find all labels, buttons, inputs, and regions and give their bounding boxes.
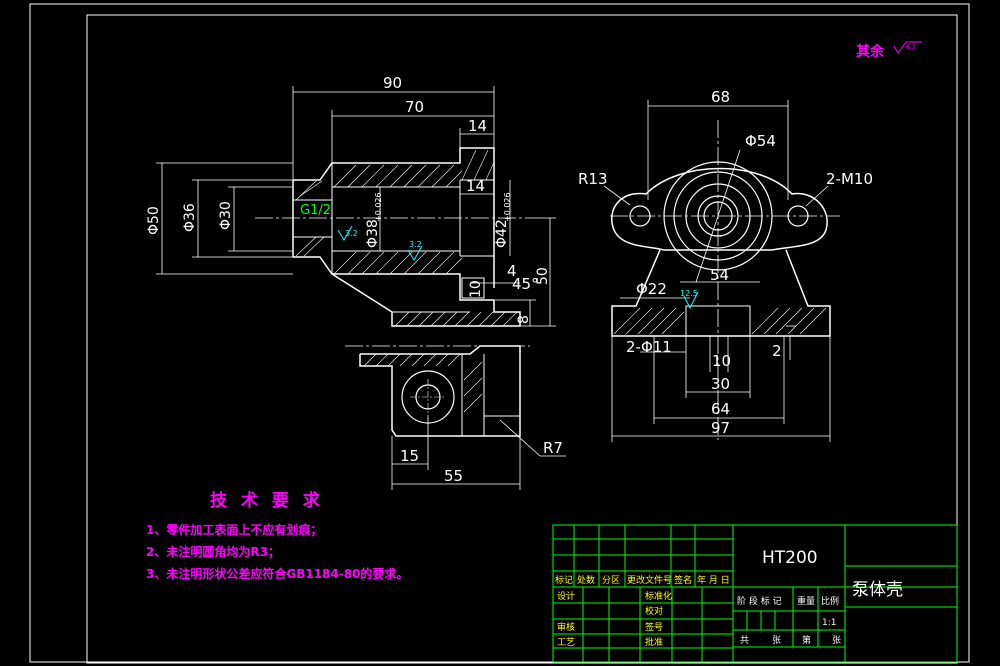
- rev-h-6: 年 月 日: [697, 574, 730, 586]
- dim-70: 70: [405, 98, 424, 116]
- footer-sheets: 张: [772, 635, 781, 646]
- inner-border: [86, 14, 958, 664]
- role-sign: 签号: [645, 621, 663, 633]
- dim-phi50: Φ50: [146, 206, 162, 235]
- thread-label: G1/2: [300, 203, 331, 218]
- scale-value: 1:1: [822, 618, 836, 628]
- rough-side: 12.5: [680, 289, 698, 298]
- stage-header: 阶 段 标 记: [737, 595, 782, 607]
- dim-90: 90: [383, 74, 402, 92]
- outer-border: [29, 3, 970, 663]
- drawing-sheet: 其余 6.3 90 70 14 14 Φ50 Φ36 Φ30 G1/2 Φ38 …: [29, 3, 970, 664]
- dim-phi38: Φ38: [365, 219, 381, 248]
- dim-phi22: Φ22: [636, 280, 667, 298]
- tech-title: 技 术 要 求: [210, 490, 324, 511]
- part-name: 泵体壳: [852, 580, 903, 600]
- dim-14-inner: 14: [466, 177, 485, 195]
- dim-8: 8: [516, 315, 532, 324]
- footer-no: 第: [802, 634, 811, 646]
- dim-r7: R7: [543, 439, 563, 457]
- rev-h-5: 签名: [674, 574, 692, 586]
- dim-14-top: 14: [468, 117, 487, 135]
- rev-h-2: 处数: [577, 574, 595, 586]
- dim-10-front: 10: [468, 280, 484, 298]
- weight-header: 重量: [797, 595, 815, 607]
- side-view: 68 Φ54 R13 2-M10 Φ22 12.5 54 2-Φ11 10 2 …: [578, 88, 873, 442]
- side-flange: [611, 167, 828, 251]
- role-std: 标准化: [645, 590, 672, 602]
- dim-phi54: Φ54: [745, 132, 776, 150]
- tech-item-3: 3、未注明形状公差应符合GB1184-80的要求。: [146, 566, 408, 581]
- dim-10-side: 10: [712, 352, 731, 370]
- dim-64: 64: [711, 400, 730, 418]
- dim-30: 30: [711, 375, 730, 393]
- tech-requirements: 技 术 要 求 1、零件加工表面上不应有划痕； 2、未注明圆角均为R3； 3、未…: [146, 490, 408, 581]
- role-check: 审核: [557, 621, 575, 633]
- hatch-bottom: [363, 353, 483, 413]
- dim-15: 15: [400, 447, 419, 465]
- surface-symbol-value: 6.3: [906, 44, 916, 51]
- scale-header: 比例: [821, 595, 839, 607]
- rev-h-4: 更改文件号: [627, 574, 672, 586]
- rough-mark-1: 3.2: [345, 229, 358, 238]
- dim-2: 2: [772, 342, 782, 360]
- dim-68: 68: [711, 88, 730, 106]
- role-design: 设计: [557, 590, 575, 602]
- dim-97: 97: [711, 419, 730, 437]
- dim-r13: R13: [578, 170, 608, 188]
- tech-item-1: 1、零件加工表面上不应有划痕；: [146, 522, 322, 537]
- dim-phi36: Φ36: [182, 203, 198, 232]
- dim-50: 50: [535, 267, 551, 285]
- footer-total: 共: [740, 635, 749, 646]
- footer-sheet: 张: [832, 635, 841, 646]
- role-craft: 工艺: [557, 637, 575, 648]
- front-view: 90 70 14 14 Φ50 Φ36 Φ30 G1/2 Φ38 +0.026 …: [146, 74, 556, 327]
- dim-55: 55: [444, 467, 463, 485]
- dim-phi11: 2-Φ11: [626, 338, 672, 356]
- bottom-outline: [359, 345, 521, 437]
- dim-phi38-tol: +0.026: [374, 192, 383, 222]
- hatch-base: [394, 311, 518, 327]
- rev-h-1: 标记: [555, 574, 573, 586]
- hatch-side: [613, 307, 827, 335]
- dim-phi42: Φ42: [494, 219, 510, 248]
- role-review: 校对: [645, 605, 663, 617]
- surface-note: 其余: [856, 43, 885, 60]
- rough-mark-2: 3.2: [409, 240, 422, 249]
- dim-m10: 2-M10: [826, 170, 873, 188]
- dim-54: 54: [710, 266, 729, 284]
- bottom-view: 15 55 R7: [345, 345, 566, 490]
- tech-item-2: 2、未注明圆角均为R3；: [146, 544, 280, 559]
- rev-h-3: 分区: [602, 575, 620, 586]
- role-approve: 批准: [645, 636, 663, 648]
- title-block: HT200 泵体壳 标记 处数 分区 更改文件号 签名 年 月 日 设计 标准化…: [552, 524, 958, 663]
- dim-phi30: Φ30: [218, 201, 234, 230]
- dim-phi42-tol: +0.026: [503, 192, 512, 222]
- material: HT200: [762, 548, 818, 568]
